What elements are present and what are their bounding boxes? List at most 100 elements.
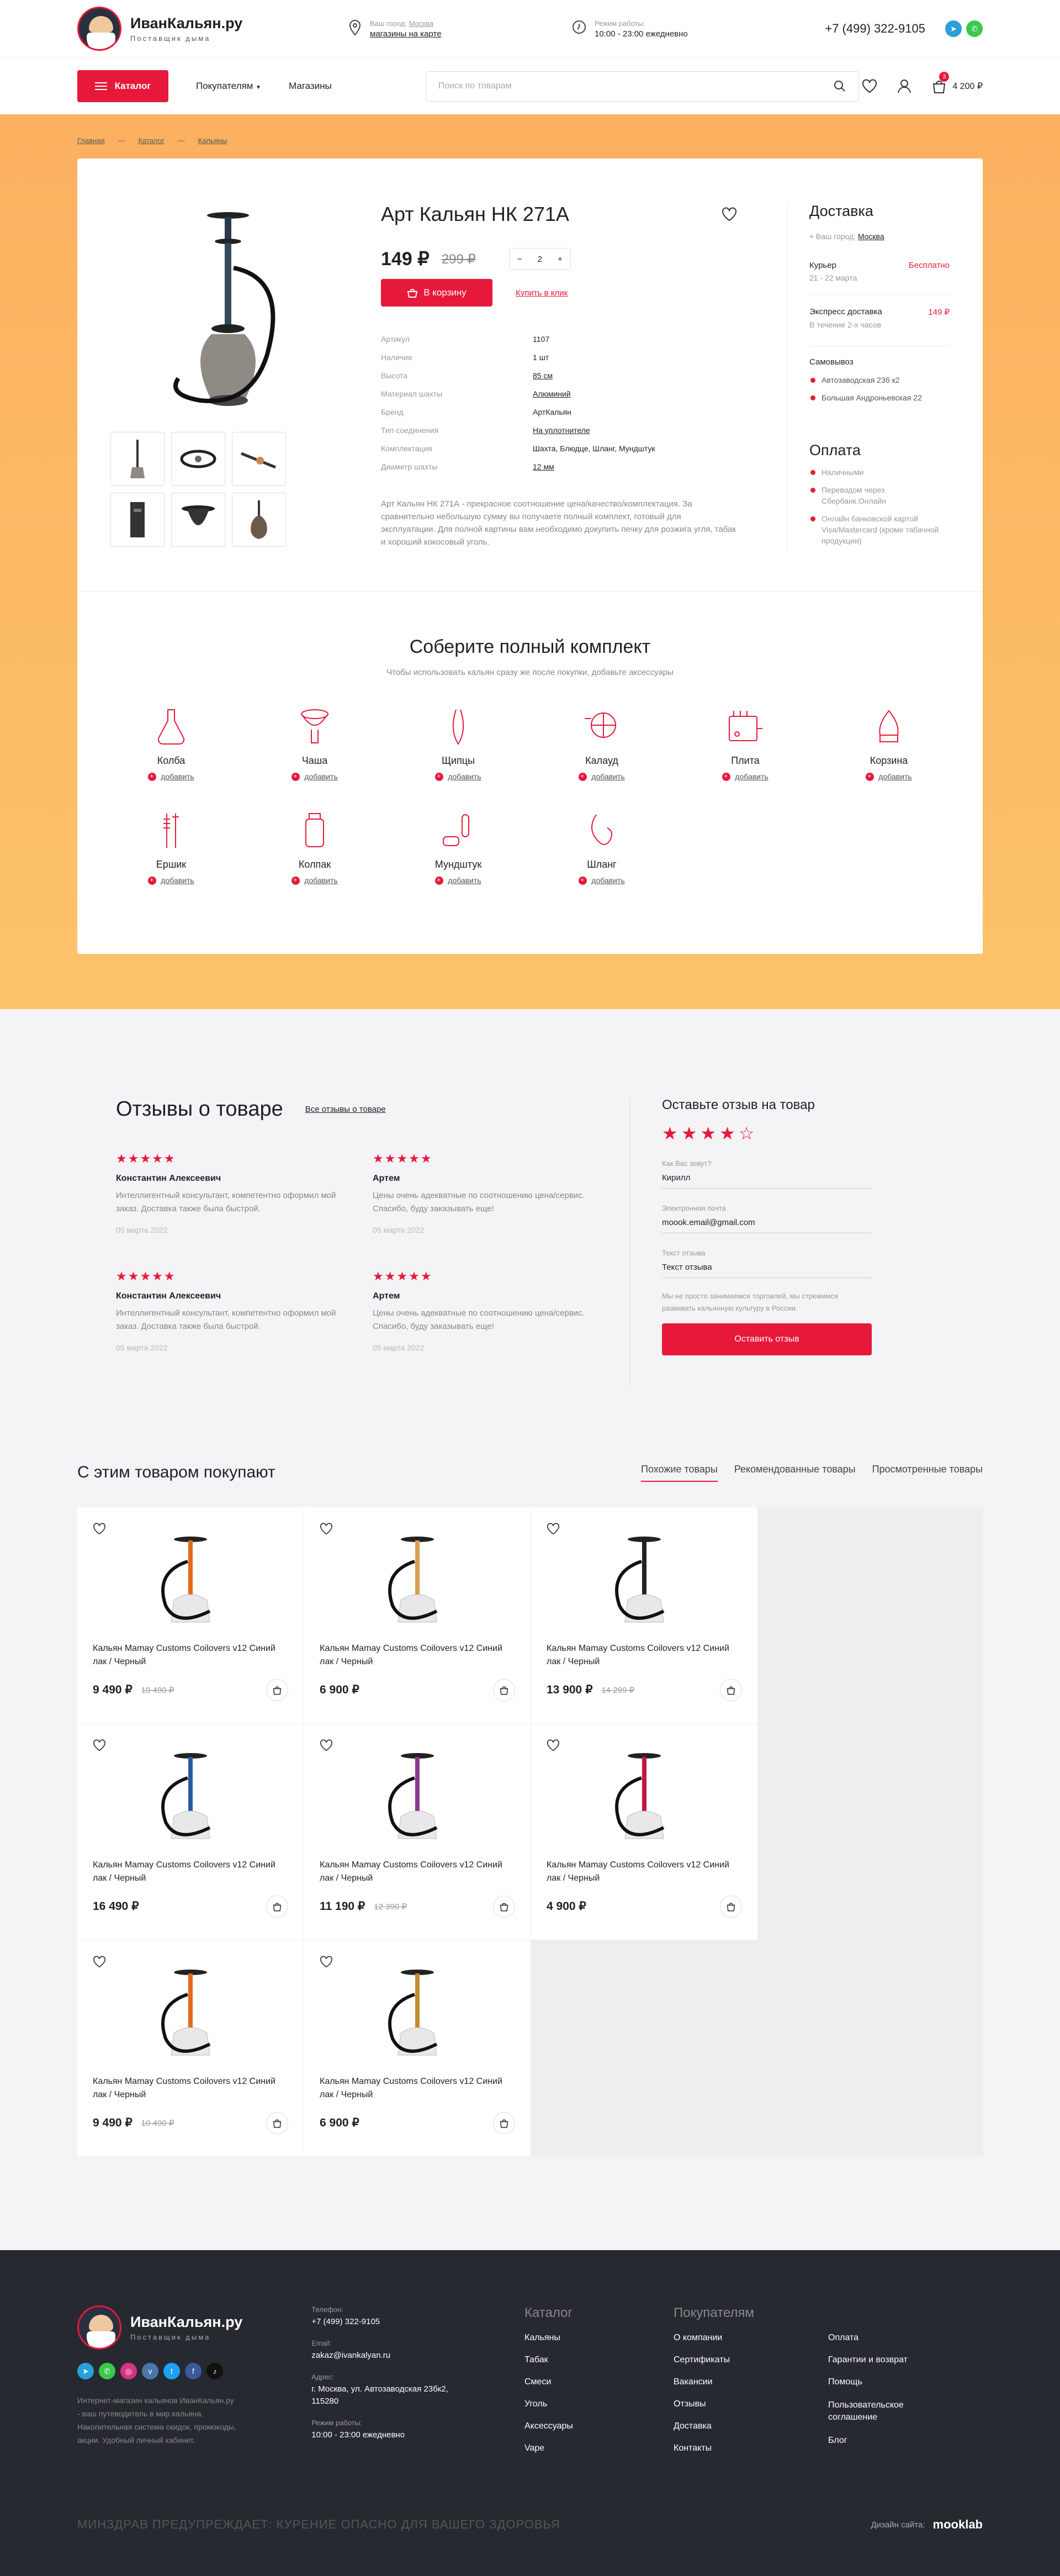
add-to-cart-button[interactable] [720, 1896, 742, 1918]
product-name[interactable]: Кальян Mamay Customs Coilovers v12 Синий… [320, 1859, 515, 1885]
email-field[interactable]: Электронная почта moook.email@gmail.com [662, 1204, 872, 1233]
whatsapp-icon[interactable]: ✆ [99, 2363, 115, 2379]
footer-logo[interactable]: ИванКальян.ру Поставщик дыма [77, 2305, 311, 2350]
heart-icon[interactable] [320, 1739, 333, 1751]
add-button[interactable]: добавить [148, 876, 194, 885]
user-icon[interactable] [897, 79, 911, 93]
footer-link[interactable]: Аксессуары [524, 2421, 674, 2431]
product-name[interactable]: Кальян Mamay Customs Coilovers v12 Синий… [320, 1642, 515, 1669]
add-to-cart-button[interactable] [493, 1896, 515, 1918]
product-image[interactable] [320, 1739, 515, 1844]
city-link[interactable]: Москва [409, 19, 433, 28]
product-image[interactable] [320, 1956, 515, 2061]
product-card[interactable]: Кальян Mamay Customs Coilovers v12 Синий… [77, 1940, 304, 2156]
add-to-cart-button[interactable] [493, 1679, 515, 1701]
add-button[interactable]: добавить [866, 772, 912, 781]
gallery-thumbnail[interactable] [171, 432, 225, 486]
heart-icon[interactable] [547, 1739, 560, 1751]
facebook-icon[interactable]: f [185, 2363, 202, 2379]
vk-icon[interactable]: v [142, 2363, 158, 2379]
footer-link[interactable]: Гарантии и возврат [828, 2355, 983, 2365]
add-to-cart-button[interactable] [493, 2112, 515, 2134]
add-button[interactable]: добавить [435, 772, 481, 781]
review-text-field[interactable]: Текст отзыва Текст отзыва [662, 1249, 872, 1278]
tab-recommended[interactable]: Рекомендованные товары [734, 1464, 856, 1482]
product-main-image[interactable] [110, 186, 345, 421]
breadcrumb-hookahs[interactable]: Кальяны [198, 136, 227, 145]
tab-similar[interactable]: Похожие товары [641, 1464, 718, 1482]
add-to-cart-button[interactable] [720, 1679, 742, 1701]
name-field[interactable]: Как Вас зовут? Кирилл [662, 1159, 872, 1189]
product-name[interactable]: Кальян Mamay Customs Coilovers v12 Синий… [93, 2075, 288, 2102]
footer-link[interactable]: Табак [524, 2355, 674, 2365]
footer-link[interactable]: Уголь [524, 2399, 674, 2409]
telegram-icon[interactable]: ➤ [77, 2363, 94, 2379]
product-image[interactable] [93, 1956, 288, 2061]
product-name[interactable]: Кальян Mamay Customs Coilovers v12 Синий… [547, 1642, 742, 1669]
product-image[interactable] [320, 1523, 515, 1628]
gallery-thumbnail[interactable] [171, 493, 225, 547]
add-button[interactable]: добавить [435, 876, 481, 885]
add-to-cart-button[interactable] [266, 1896, 288, 1918]
gallery-thumbnail[interactable] [110, 432, 165, 486]
add-button[interactable]: добавить [579, 772, 625, 781]
footer-link[interactable]: Блог [828, 2436, 983, 2446]
add-to-cart-button[interactable] [266, 2112, 288, 2134]
qty-minus-button[interactable]: − [517, 255, 522, 264]
product-name[interactable]: Кальян Mamay Customs Coilovers v12 Синий… [93, 1642, 288, 1669]
one-click-buy-link[interactable]: Купить в клик [516, 288, 568, 298]
nav-buyers[interactable]: Покупателям ▼ [196, 81, 261, 92]
footer-link[interactable]: Сертификаты [674, 2355, 828, 2365]
product-image[interactable] [93, 1523, 288, 1628]
footer-link[interactable]: Помощь [828, 2377, 983, 2387]
add-to-cart-button[interactable] [266, 1679, 288, 1701]
tab-viewed[interactable]: Просмотренные товары [872, 1464, 983, 1482]
add-button[interactable]: добавить [579, 876, 625, 885]
stores-map-link[interactable]: магазины на карте [370, 29, 442, 39]
submit-review-button[interactable]: Оставить отзыв [662, 1323, 872, 1355]
footer-link[interactable]: Смеси [524, 2377, 674, 2387]
heart-icon[interactable] [93, 1956, 106, 1968]
instagram-icon[interactable]: ◎ [120, 2363, 137, 2379]
cart-button[interactable]: 3 4 200 ₽ [931, 72, 983, 94]
add-to-favorites-heart-icon[interactable] [722, 207, 737, 221]
qty-value[interactable]: 2 [538, 255, 542, 264]
add-to-cart-button[interactable]: В корзину [381, 279, 492, 307]
product-card[interactable]: Кальян Mamay Customs Coilovers v12 Синий… [77, 1507, 304, 1723]
product-name[interactable]: Кальян Mamay Customs Coilovers v12 Синий… [93, 1859, 288, 1885]
heart-icon[interactable] [93, 1739, 106, 1751]
footer-link[interactable]: Пользовательское соглашение [828, 2399, 928, 2424]
qty-plus-button[interactable]: + [558, 255, 563, 264]
add-button[interactable]: добавить [148, 772, 194, 781]
product-name[interactable]: Кальян Mamay Customs Coilovers v12 Синий… [320, 2075, 515, 2102]
add-button[interactable]: добавить [292, 772, 338, 781]
heart-icon[interactable] [93, 1523, 106, 1535]
tiktok-icon[interactable]: ♪ [206, 2363, 223, 2379]
heart-icon[interactable] [320, 1956, 333, 1968]
gallery-thumbnail[interactable] [110, 493, 165, 547]
footer-link[interactable]: Доставка [674, 2421, 828, 2431]
footer-link[interactable]: Оплата [828, 2333, 983, 2343]
product-card[interactable]: Кальян Mamay Customs Coilovers v12 Синий… [531, 1507, 757, 1723]
product-card[interactable]: Кальян Mamay Customs Coilovers v12 Синий… [304, 1940, 531, 2156]
heart-icon[interactable] [547, 1523, 560, 1535]
product-card[interactable]: Кальян Mamay Customs Coilovers v12 Синий… [77, 1724, 304, 1940]
breadcrumb-catalog[interactable]: Каталог [138, 136, 164, 145]
footer-link[interactable]: Контакты [674, 2443, 828, 2453]
search-input[interactable] [438, 81, 805, 91]
twitter-icon[interactable]: t [163, 2363, 180, 2379]
catalog-button[interactable]: Каталог [77, 70, 168, 102]
footer-link[interactable]: Vape [524, 2443, 674, 2453]
delivery-city-link[interactable]: Москва [858, 232, 884, 241]
whatsapp-icon[interactable]: ✆ [966, 20, 983, 37]
product-name[interactable]: Кальян Mamay Customs Coilovers v12 Синий… [547, 1859, 742, 1885]
add-button[interactable]: добавить [722, 772, 768, 781]
search-icon[interactable] [833, 80, 846, 93]
footer-link[interactable]: Отзывы [674, 2399, 828, 2409]
footer-link[interactable]: О компании [674, 2333, 828, 2343]
footer-link[interactable]: Вакансии [674, 2377, 828, 2387]
nav-stores[interactable]: Магазины [289, 81, 332, 92]
favorites-heart-icon[interactable] [862, 79, 877, 93]
heart-icon[interactable] [320, 1523, 333, 1535]
logo[interactable]: ИванКальян.ру Поставщик дыма [77, 7, 348, 51]
